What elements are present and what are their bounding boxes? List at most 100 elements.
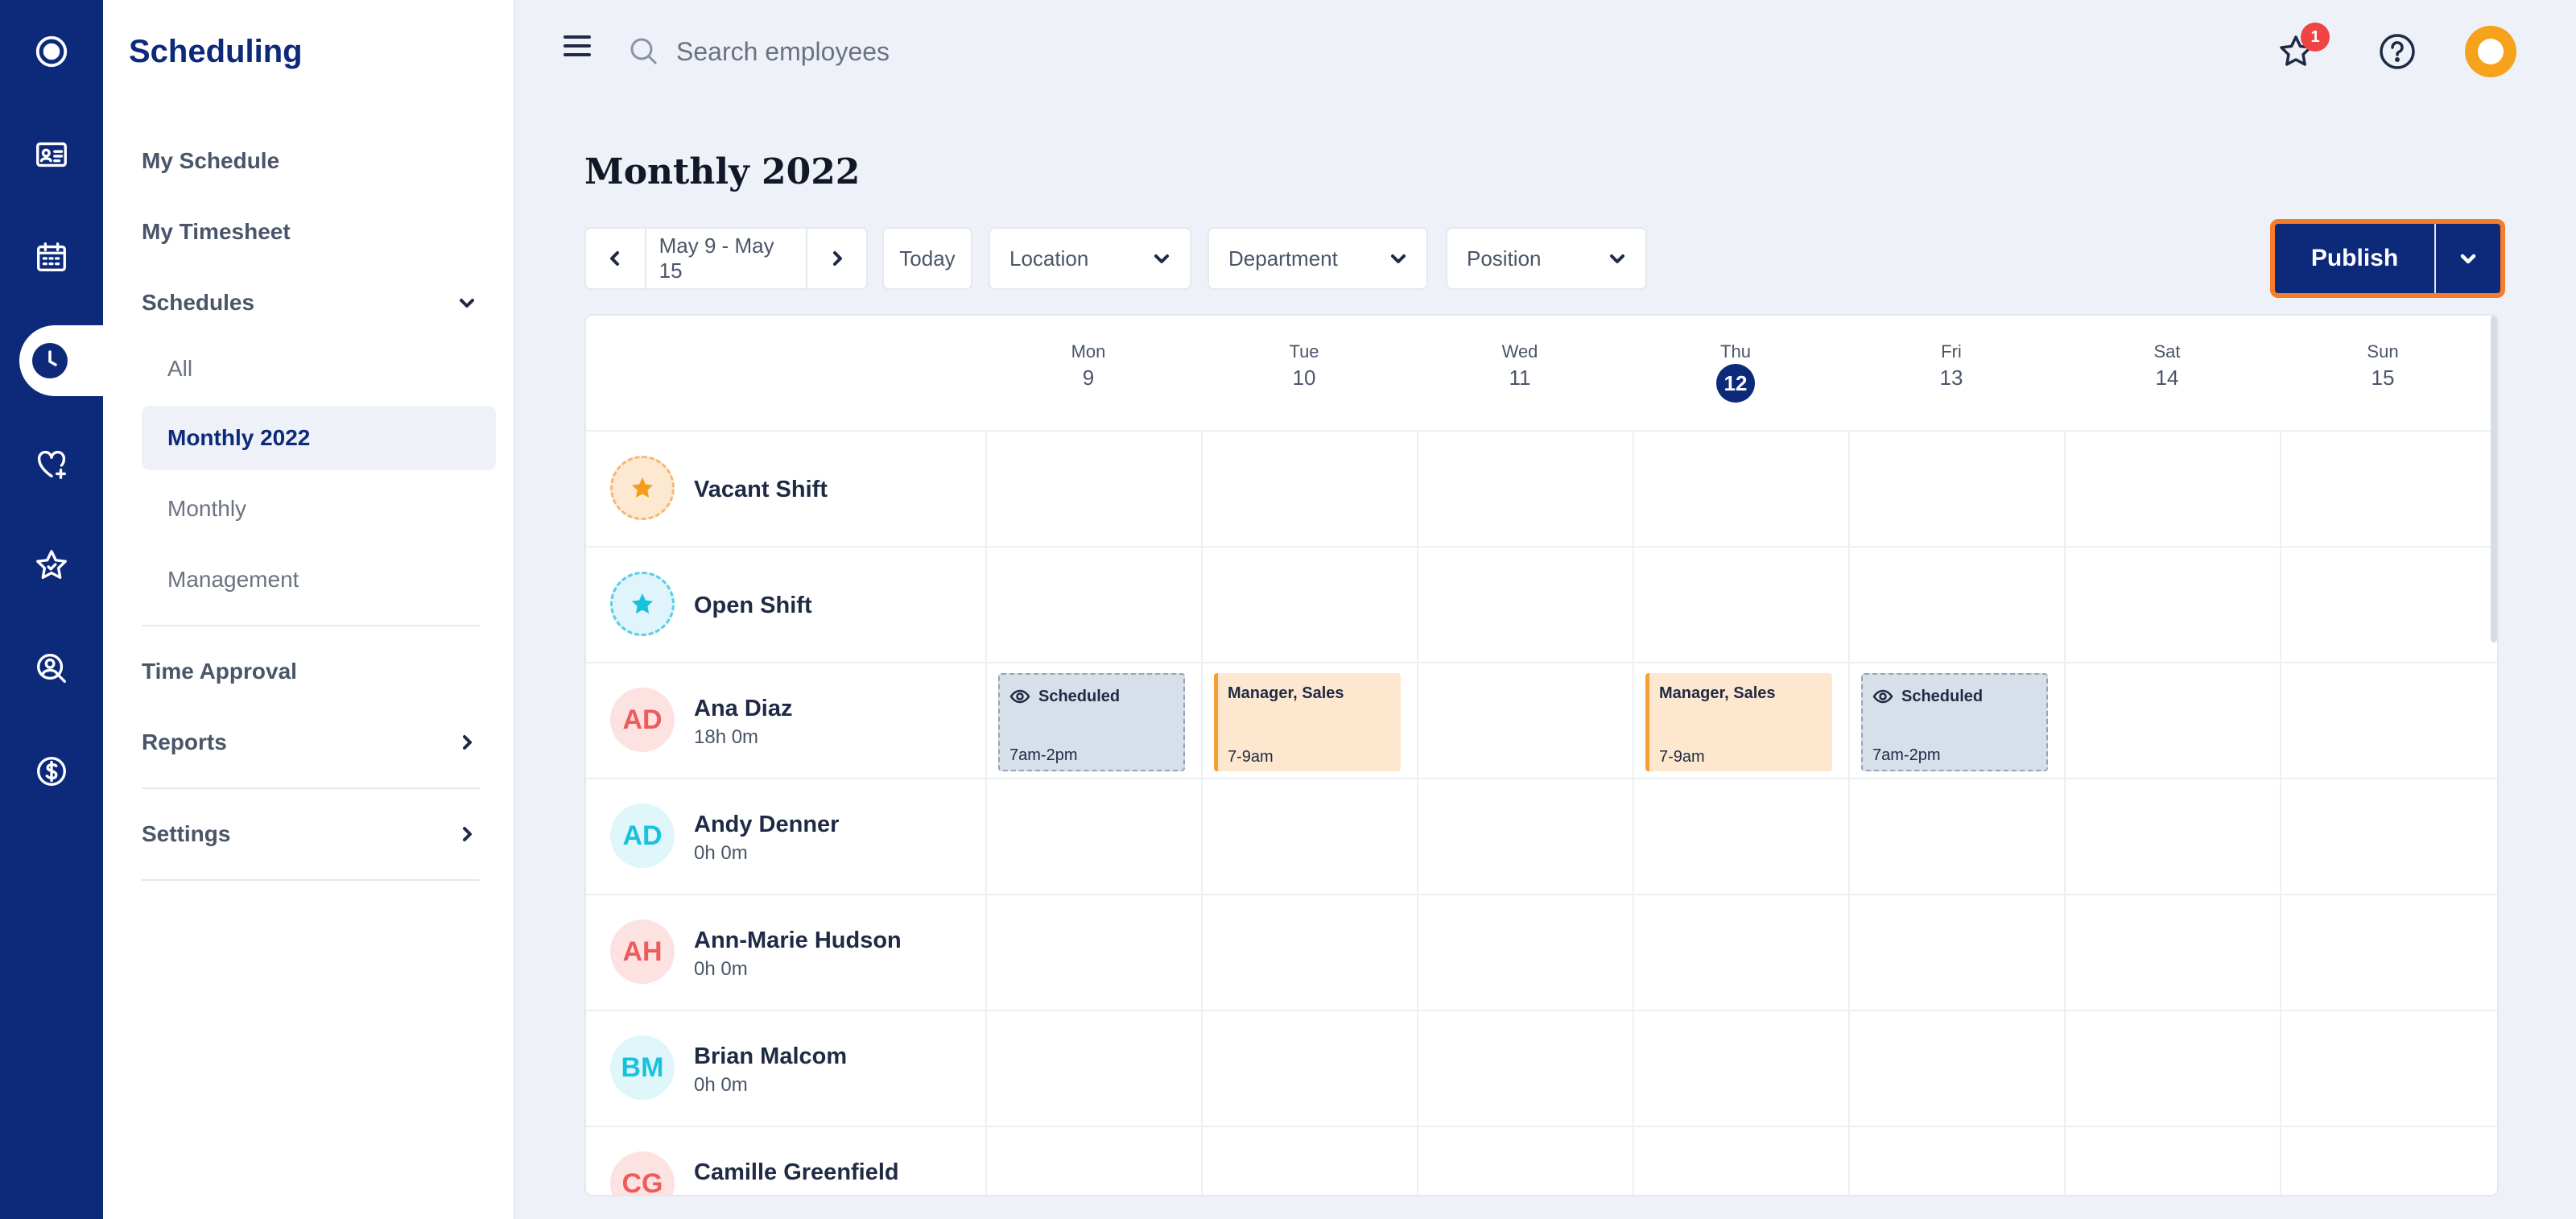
shift-card[interactable]: Scheduled 7am-2pm xyxy=(1861,673,2048,771)
prev-week-button[interactable] xyxy=(586,229,645,288)
nav-divider xyxy=(142,879,480,881)
row-divider xyxy=(586,1010,2497,1011)
row-divider xyxy=(586,662,2497,663)
day-header-wed[interactable]: Wed 11 xyxy=(1412,341,1628,390)
row-divider xyxy=(586,430,2497,432)
day-name: Thu xyxy=(1720,341,1751,362)
shift-time: 7-9am xyxy=(1228,748,1274,766)
employee-name[interactable]: Brian Malcom xyxy=(694,1043,847,1070)
publish-button[interactable]: Publish xyxy=(2275,224,2436,293)
chevron-down-icon xyxy=(2460,254,2476,264)
date-range-label[interactable]: May 9 - May 15 xyxy=(644,229,808,288)
employee-hours: 0h 0m xyxy=(694,842,748,864)
today-button[interactable]: Today xyxy=(882,227,972,290)
day-number: 10 xyxy=(1292,366,1316,390)
date-range-picker: May 9 - May 15 xyxy=(584,227,868,290)
day-number: 13 xyxy=(1939,366,1963,390)
day-name: Wed xyxy=(1501,341,1538,362)
day-number: 15 xyxy=(2371,366,2395,390)
shift-title: Manager, Sales xyxy=(1228,684,1344,702)
user-avatar[interactable] xyxy=(2465,26,2516,77)
shift-title: Scheduled xyxy=(1872,686,2037,707)
logo-icon[interactable] xyxy=(0,11,103,92)
location-dropdown[interactable]: Location xyxy=(989,227,1191,290)
scheduling-sidebar: Scheduling My Schedule My Timesheet Sche… xyxy=(103,0,515,1219)
position-dropdown[interactable]: Position xyxy=(1446,227,1647,290)
row-divider xyxy=(586,1126,2497,1127)
icon-rail xyxy=(0,0,103,1219)
nav-reports[interactable]: Reports xyxy=(142,729,227,755)
nav-schedules[interactable]: Schedules xyxy=(142,290,254,316)
eye-icon xyxy=(1009,689,1030,704)
day-header-sat[interactable]: Sat 14 xyxy=(2059,341,2275,390)
day-header-thu[interactable]: Thu 12 xyxy=(1628,341,1843,403)
heart-plus-icon[interactable] xyxy=(0,424,103,504)
id-card-icon[interactable] xyxy=(0,114,103,195)
location-label: Location xyxy=(1009,246,1089,271)
nav-my-timesheet[interactable]: My Timesheet xyxy=(142,219,291,245)
day-header-mon[interactable]: Mon 9 xyxy=(980,341,1196,390)
employee-name[interactable]: Camille Greenfield xyxy=(694,1159,899,1186)
shift-title: Scheduled xyxy=(1009,686,1174,707)
employee-avatar: AD xyxy=(610,804,675,868)
publish-split-button: Publish xyxy=(2270,219,2505,298)
day-name: Mon xyxy=(1071,341,1106,362)
nav-my-schedule[interactable]: My Schedule xyxy=(142,148,279,174)
shift-time: 7-9am xyxy=(1659,748,1705,766)
department-dropdown[interactable]: Department xyxy=(1208,227,1428,290)
shift-card[interactable]: Manager, Sales 7-9am xyxy=(1214,673,1401,771)
dollar-icon[interactable] xyxy=(0,731,103,812)
employee-name[interactable]: Ann-Marie Hudson xyxy=(694,928,902,954)
vacant-shift-icon xyxy=(610,456,675,520)
chevron-right-icon[interactable] xyxy=(457,824,477,844)
publish-options-button[interactable] xyxy=(2436,224,2500,293)
day-number: 9 xyxy=(1082,366,1095,390)
chevron-down-icon[interactable] xyxy=(457,293,477,312)
col-divider xyxy=(1201,432,1203,1195)
employee-avatar: BM xyxy=(610,1035,675,1100)
col-divider xyxy=(2280,432,2281,1195)
shift-card[interactable]: Scheduled 7am-2pm xyxy=(998,673,1185,771)
day-header-fri[interactable]: Fri 13 xyxy=(1843,341,2059,390)
grid-scrollbar[interactable] xyxy=(2491,316,2497,643)
row-name[interactable]: Vacant Shift xyxy=(694,477,828,503)
employee-avatar: AH xyxy=(610,919,675,984)
nav-schedule-monthly-2022[interactable]: Monthly 2022 xyxy=(167,425,310,451)
row-divider xyxy=(586,894,2497,895)
employee-avatar: AD xyxy=(610,688,675,752)
menu-icon[interactable] xyxy=(564,35,591,58)
star-icon[interactable] xyxy=(0,525,103,605)
app-title: Scheduling xyxy=(129,34,303,69)
nav-time-approval[interactable]: Time Approval xyxy=(142,659,297,684)
next-week-button[interactable] xyxy=(807,229,866,288)
shift-card[interactable]: Manager, Sales 7-9am xyxy=(1645,673,1832,771)
search-input[interactable] xyxy=(676,31,1240,72)
day-header-tue[interactable]: Tue 10 xyxy=(1196,341,1412,390)
nav-schedule-management[interactable]: Management xyxy=(167,567,299,593)
nav-divider xyxy=(142,625,480,626)
shift-label: Scheduled xyxy=(1901,687,1984,705)
row-divider xyxy=(586,546,2497,548)
chevron-down-icon xyxy=(1154,254,1169,263)
row-name[interactable]: Open Shift xyxy=(694,593,812,619)
employee-name[interactable]: Andy Denner xyxy=(694,812,839,838)
chevron-right-icon[interactable] xyxy=(457,733,477,752)
nav-schedule-all[interactable]: All xyxy=(167,356,192,382)
user-search-icon[interactable] xyxy=(0,628,103,709)
help-icon[interactable] xyxy=(2376,31,2418,72)
col-divider xyxy=(1417,432,1418,1195)
day-number: 14 xyxy=(2155,366,2179,390)
day-header-sun[interactable]: Sun 15 xyxy=(2275,341,2491,390)
today-label: Today xyxy=(899,246,956,271)
shift-time: 7am-2pm xyxy=(1009,746,1078,764)
nav-schedule-monthly[interactable]: Monthly xyxy=(167,496,246,522)
open-shift-icon xyxy=(610,572,675,636)
shift-title: Manager, Sales xyxy=(1659,684,1776,702)
nav-settings[interactable]: Settings xyxy=(142,821,230,847)
day-name: Fri xyxy=(1941,341,1962,362)
clock-icon[interactable] xyxy=(32,343,68,378)
employee-name[interactable]: Ana Diaz xyxy=(694,696,792,722)
day-number: 11 xyxy=(1509,366,1531,390)
calendar-icon[interactable] xyxy=(0,217,103,298)
col-divider xyxy=(1848,432,1850,1195)
